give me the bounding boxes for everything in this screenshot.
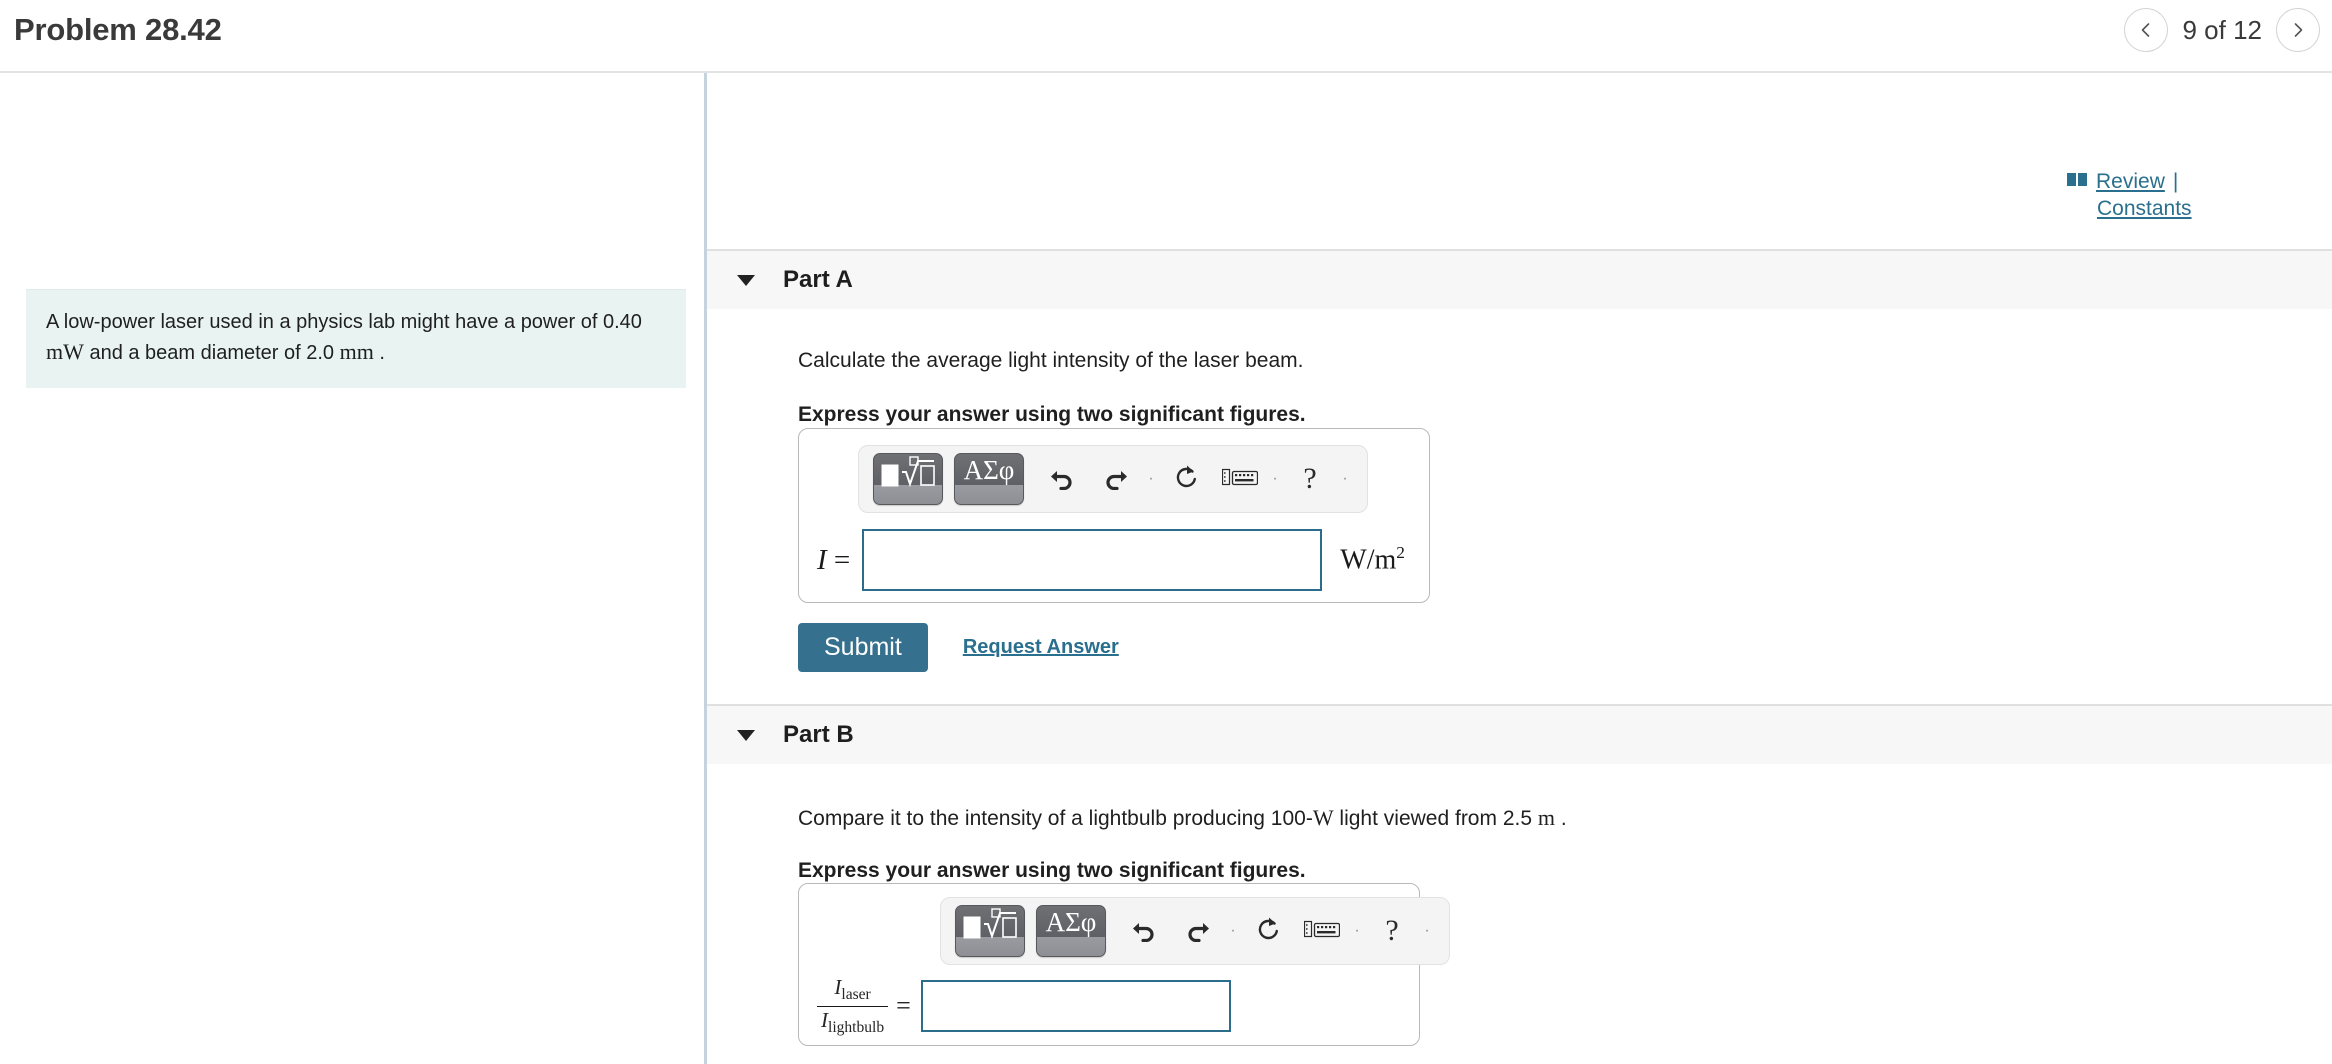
- part-a-math-toolbar: ΑΣφ · · ? ·: [858, 445, 1368, 513]
- undo-arrow-icon: [1048, 464, 1076, 495]
- part-a-submit-row: Submit Request Answer: [798, 623, 1119, 672]
- problem-statement-box: A low-power laser used in a physics lab …: [26, 289, 686, 388]
- part-a-submit-button[interactable]: Submit: [798, 623, 928, 672]
- greek-symbols-button[interactable]: ΑΣφ: [954, 453, 1024, 505]
- part-b-header[interactable]: Part B: [707, 704, 2332, 764]
- pagination-label: 9 of 12: [2182, 14, 2262, 45]
- part-b-answer-input[interactable]: [920, 980, 1231, 1032]
- toolbar-dot-mid: ·: [1354, 922, 1360, 939]
- toolbar-dot-left: ·: [1148, 470, 1154, 487]
- part-a-answer-input[interactable]: [862, 529, 1323, 591]
- part-a-variable: I: [817, 543, 827, 576]
- part-b-instruction: Express your answer using two significan…: [798, 859, 1306, 882]
- review-link[interactable]: Review: [2096, 169, 2165, 196]
- part-b-answer-row: Ilaser Ilightbulb =: [817, 976, 1231, 1036]
- next-problem-button[interactable]: [2276, 8, 2320, 52]
- redo-arrow-icon: [1184, 916, 1212, 947]
- part-b-question-post: .: [1560, 807, 1567, 830]
- undo-button[interactable]: [1117, 907, 1171, 955]
- caret-down-icon: [737, 729, 755, 741]
- part-a-label: Part A: [783, 266, 853, 293]
- greek-symbols-label: ΑΣφ: [1045, 907, 1097, 937]
- part-b-label: Part B: [783, 721, 854, 748]
- part-b-question-mid: light viewed from 2.5: [1339, 807, 1533, 830]
- toolbar-dot-mid: ·: [1272, 470, 1278, 487]
- book-icon: [2067, 169, 2088, 196]
- part-b-answer-fraction-label: Ilaser Ilightbulb: [817, 976, 889, 1037]
- part-a-unit-exponent: 2: [1396, 543, 1405, 563]
- problem-statement-pane: A low-power laser used in a physics lab …: [0, 73, 704, 1064]
- greek-symbols-button[interactable]: ΑΣφ: [1036, 905, 1106, 957]
- part-a-answer-row: I = W/m2: [817, 529, 1405, 591]
- help-button[interactable]: ?: [1365, 907, 1419, 955]
- reset-button[interactable]: [1241, 907, 1295, 955]
- toolbar-dot-right: ·: [1342, 470, 1348, 487]
- pagination-control: 9 of 12: [2124, 8, 2320, 52]
- help-button[interactable]: ?: [1283, 455, 1337, 503]
- reference-links: Review | Constants: [2067, 169, 2297, 223]
- part-a-answer-label: I =: [817, 544, 850, 577]
- fraction-denominator-variable: I: [821, 1007, 828, 1032]
- problem-unit-mm: mm: [339, 339, 374, 365]
- question-mark-icon: ?: [1385, 914, 1399, 947]
- previous-problem-button[interactable]: [2124, 8, 2169, 52]
- content-panes: A low-power laser used in a physics lab …: [0, 73, 2332, 1064]
- math-template-button[interactable]: [955, 905, 1025, 957]
- toolbar-dot-left: ·: [1230, 922, 1236, 939]
- problem-text-part-2: and a beam diameter of 2.0: [89, 342, 335, 365]
- part-b-question: Compare it to the intensity of a lightbu…: [798, 803, 1567, 833]
- question-mark-icon: ?: [1303, 462, 1317, 495]
- redo-arrow-icon: [1102, 464, 1130, 495]
- problem-text-part-3: .: [379, 342, 385, 365]
- keyboard-button[interactable]: [1295, 907, 1349, 955]
- part-b-math-toolbar: ΑΣφ · · ? ·: [940, 897, 1450, 965]
- part-b-question-pre: Compare it to the intensity of a lightbu…: [798, 807, 1313, 830]
- part-b-unit-w: W: [1312, 805, 1334, 830]
- greek-symbols-label: ΑΣφ: [963, 455, 1015, 485]
- part-a-answer-card: ΑΣφ · · ? · I = W/m2: [798, 428, 1430, 603]
- part-a-header[interactable]: Part A: [707, 249, 2332, 309]
- chevron-left-icon: [2137, 21, 2155, 39]
- keyboard-icon: [1303, 919, 1341, 944]
- reset-button[interactable]: [1159, 455, 1213, 503]
- fraction-denominator-subscript: lightbulb: [828, 1018, 885, 1036]
- fraction-numerator: Ilaser: [830, 976, 874, 1006]
- keyboard-icon: [1221, 467, 1259, 492]
- redo-button[interactable]: [1171, 907, 1225, 955]
- caret-down-icon: [737, 274, 755, 286]
- part-a-equals: =: [833, 543, 851, 576]
- part-b-answer-card: ΑΣφ · · ? · Ilaser Ilightbulb =: [798, 883, 1450, 1046]
- reset-circular-arrow-icon: [1172, 463, 1200, 496]
- undo-button[interactable]: [1035, 455, 1089, 503]
- fraction-denominator: Ilightbulb: [817, 1005, 889, 1037]
- answer-pane: Review | Constants Part A Calculate the …: [707, 73, 2332, 1064]
- reset-circular-arrow-icon: [1254, 915, 1282, 948]
- links-separator: |: [2172, 170, 2179, 193]
- keyboard-button[interactable]: [1213, 455, 1267, 503]
- fraction-numerator-subscript: laser: [841, 986, 871, 1004]
- constants-link[interactable]: Constants: [2097, 197, 2192, 220]
- part-a-unit: W/m2: [1340, 543, 1405, 576]
- part-a-request-answer-link[interactable]: Request Answer: [963, 636, 1119, 659]
- top-bar: Problem 28.42 9 of 12: [0, 0, 2332, 73]
- toolbar-dot-right: ·: [1424, 922, 1430, 939]
- problem-text-part-1: A low-power laser used in a physics lab …: [46, 311, 642, 333]
- chevron-right-icon: [2289, 21, 2307, 39]
- redo-button[interactable]: [1089, 455, 1143, 503]
- math-template-button[interactable]: [873, 453, 943, 505]
- part-a-question: Calculate the average light intensity of…: [798, 349, 1304, 372]
- part-b-unit-m: m: [1537, 805, 1555, 830]
- problem-unit-mw: mW: [46, 339, 84, 365]
- page-title: Problem 28.42: [14, 12, 222, 47]
- part-a-instruction: Express your answer using two significan…: [798, 403, 1306, 426]
- undo-arrow-icon: [1130, 916, 1158, 947]
- part-a-unit-main: W/m: [1340, 544, 1397, 576]
- part-b-equals: =: [896, 991, 911, 1020]
